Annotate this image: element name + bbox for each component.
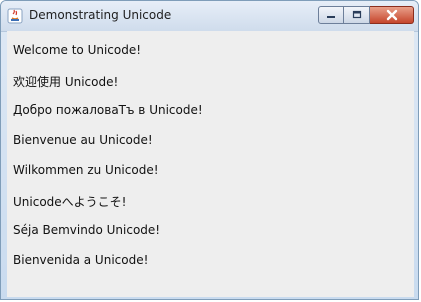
greeting-russian: Добро пожаловаТъ в Unicode! xyxy=(13,103,203,117)
minimize-icon xyxy=(327,16,335,18)
maximize-icon xyxy=(352,10,361,19)
content-pane: Welcome to Unicode! 欢迎使用 Unicode! Добро … xyxy=(7,31,414,297)
close-icon xyxy=(386,9,397,21)
application-window: Demonstrating Unicode Welcome to Unicode… xyxy=(0,0,419,300)
maximize-button[interactable] xyxy=(344,6,370,24)
greeting-spanish: Bienvenida a Unicode! xyxy=(13,253,149,267)
greeting-portuguese: Séja Bemvindo Unicode! xyxy=(13,223,161,237)
java-app-icon xyxy=(7,8,23,24)
window-title: Demonstrating Unicode xyxy=(29,8,172,22)
title-bar[interactable]: Demonstrating Unicode xyxy=(1,1,418,32)
greeting-french: Bienvenue au Unicode! xyxy=(13,133,153,147)
greeting-english: Welcome to Unicode! xyxy=(13,43,142,57)
greeting-chinese: 欢迎使用 Unicode! xyxy=(13,75,119,89)
greeting-german: Wilkommen zu Unicode! xyxy=(13,163,159,177)
window-controls xyxy=(318,6,414,24)
close-button[interactable] xyxy=(370,6,414,24)
greeting-japanese: Unicodeへようこそ! xyxy=(13,195,127,209)
minimize-button[interactable] xyxy=(318,6,344,24)
